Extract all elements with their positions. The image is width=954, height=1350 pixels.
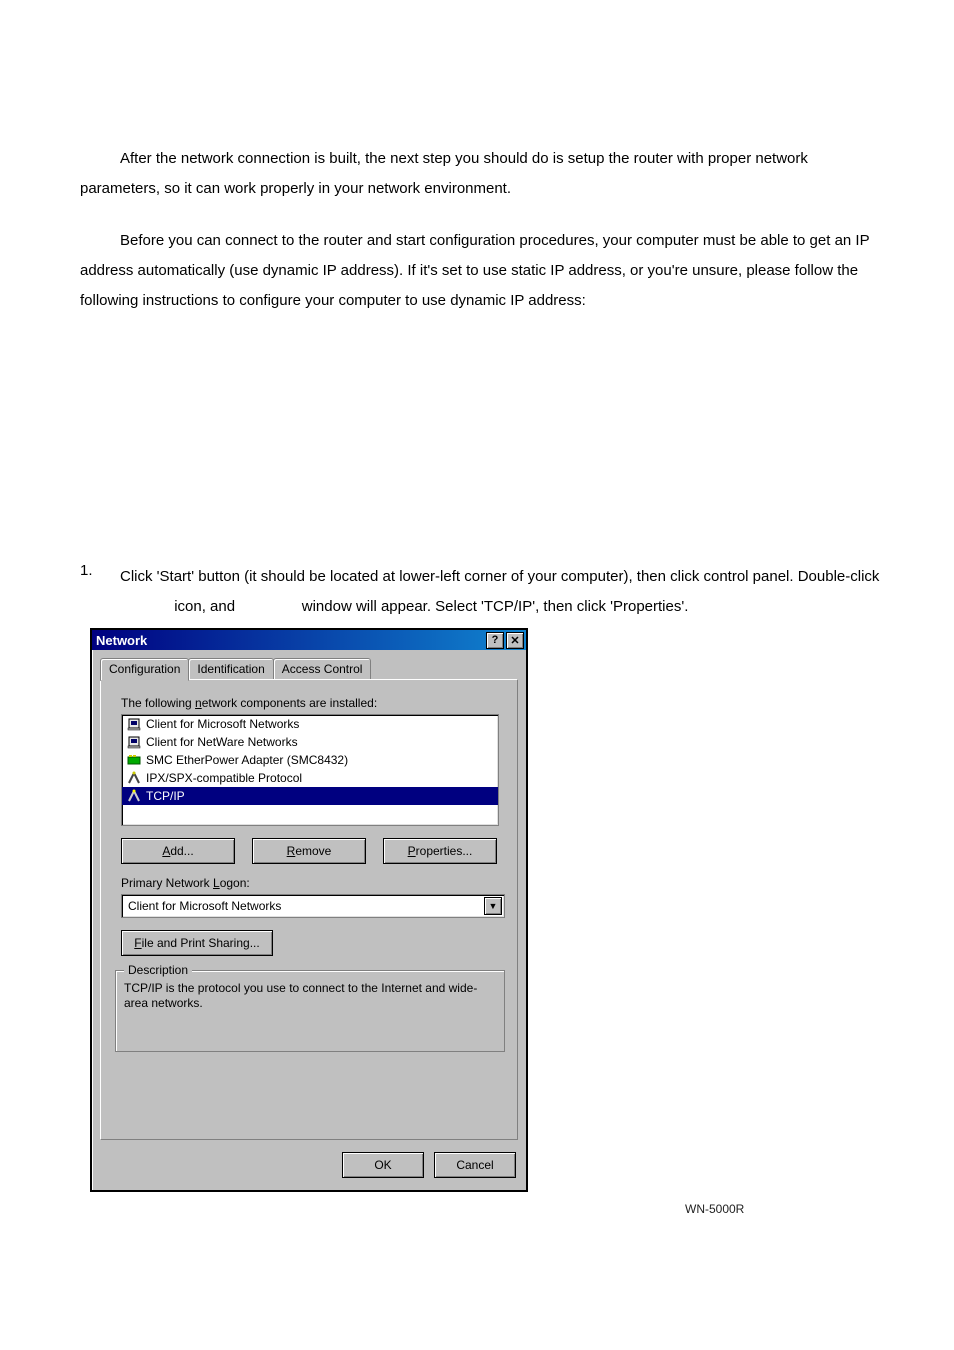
- configuration-panel: The following network components are ins…: [100, 679, 518, 1140]
- close-icon: ✕: [510, 634, 519, 647]
- intro-paragraph-1: After the network connection is built, t…: [80, 144, 880, 204]
- step1-gap-2: [239, 598, 297, 615]
- adapter-icon: [126, 752, 142, 768]
- list-item[interactable]: SMC EtherPower Adapter (SMC8432): [122, 751, 498, 769]
- step1-gap-1: [120, 598, 170, 615]
- tab-access-control[interactable]: Access Control: [273, 658, 372, 680]
- help-icon: ?: [492, 634, 499, 646]
- list-item[interactable]: IPX/SPX-compatible Protocol: [122, 769, 498, 787]
- list-item-label: Client for NetWare Networks: [146, 735, 298, 749]
- list-item-label: IPX/SPX-compatible Protocol: [146, 771, 302, 785]
- add-label-rest: dd...: [170, 844, 193, 858]
- properties-button[interactable]: Properties...: [383, 838, 497, 864]
- file-print-sharing-button[interactable]: File and Print Sharing...: [121, 930, 273, 956]
- list-item-label: SMC EtherPower Adapter (SMC8432): [146, 753, 348, 767]
- step1-part-b: icon, and: [174, 598, 239, 615]
- description-group-title: Description: [124, 963, 192, 977]
- list-item-selected[interactable]: TCP/IP: [122, 787, 498, 805]
- properties-label-rest: roperties...: [416, 844, 473, 858]
- ok-button[interactable]: OK: [342, 1152, 424, 1178]
- tab-strip: Configuration Identification Access Cont…: [100, 658, 371, 680]
- description-group: Description TCP/IP is the protocol you u…: [115, 970, 505, 1052]
- step1-part-a: Click 'Start' button (it should be locat…: [120, 568, 879, 585]
- list-item[interactable]: Client for NetWare Networks: [122, 733, 498, 751]
- protocol-icon: [126, 788, 142, 804]
- tab-configuration[interactable]: Configuration: [100, 658, 189, 681]
- list-item-label: TCP/IP: [146, 789, 185, 803]
- dialog-title: Network: [96, 633, 147, 648]
- cancel-button[interactable]: Cancel: [434, 1152, 516, 1178]
- list-item[interactable]: Client for Microsoft Networks: [122, 715, 498, 733]
- help-button[interactable]: ?: [486, 632, 504, 649]
- intro-paragraph-2: Before you can connect to the router and…: [80, 226, 880, 316]
- protocol-icon: [126, 770, 142, 786]
- footer-model: WN-5000R: [685, 1202, 744, 1216]
- description-text: TCP/IP is the protocol you use to connec…: [124, 981, 496, 1011]
- titlebar[interactable]: Network ? ✕: [92, 630, 526, 650]
- client-icon: [126, 734, 142, 750]
- step-number: 1.: [80, 562, 93, 579]
- network-dialog: Network ? ✕ Configuration Identification…: [90, 628, 528, 1192]
- primary-logon-select[interactable]: Client for Microsoft Networks ▼: [121, 894, 505, 918]
- tab-identification[interactable]: Identification: [188, 658, 273, 680]
- step1-part-c: window will appear. Select 'TCP/IP', the…: [302, 598, 689, 615]
- client-icon: [126, 716, 142, 732]
- primary-logon-value: Client for Microsoft Networks: [128, 899, 281, 913]
- remove-label-rest: emove: [295, 844, 331, 858]
- step-1-text: Click 'Start' button (it should be locat…: [120, 562, 880, 622]
- primary-logon-label: Primary Network Logon:: [121, 876, 250, 890]
- components-label: The following network components are ins…: [121, 696, 377, 710]
- list-item-label: Client for Microsoft Networks: [146, 717, 299, 731]
- fps-label-rest: ile and Print Sharing...: [142, 936, 260, 950]
- close-button[interactable]: ✕: [506, 632, 524, 649]
- add-button[interactable]: Add...: [121, 838, 235, 864]
- remove-button[interactable]: Remove: [252, 838, 366, 864]
- components-listbox[interactable]: Client for Microsoft Networks Client for…: [121, 714, 499, 826]
- chevron-down-icon[interactable]: ▼: [484, 897, 502, 915]
